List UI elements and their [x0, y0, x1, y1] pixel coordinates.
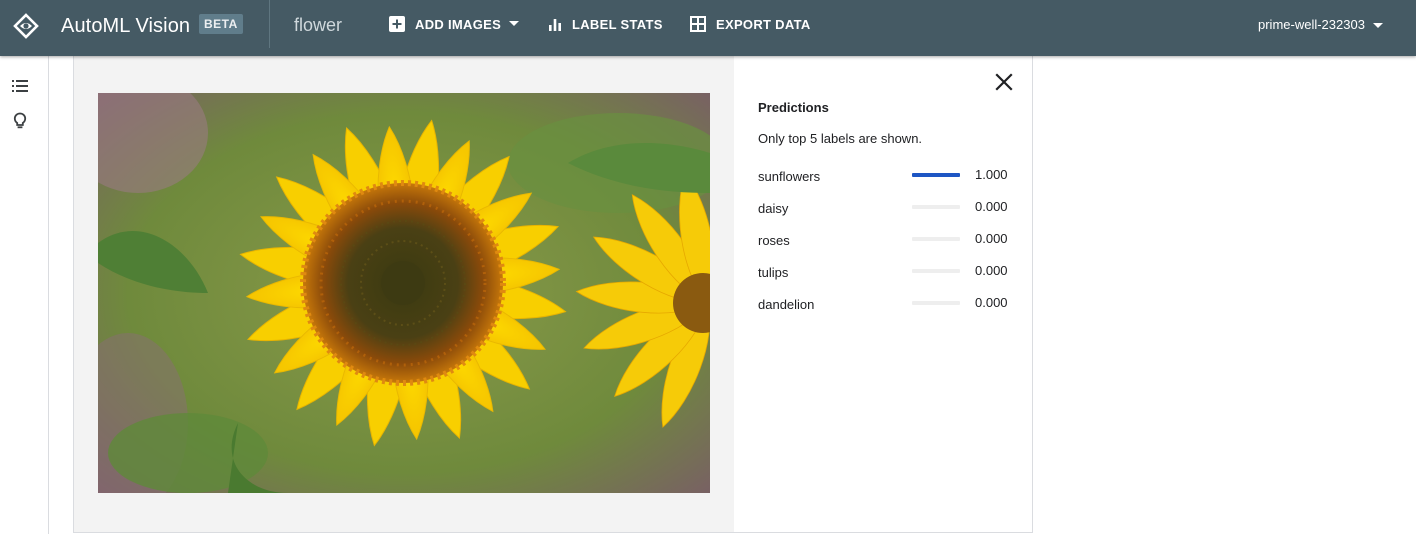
prediction-bar	[912, 205, 960, 209]
prediction-score: 0.000	[975, 263, 1008, 278]
image-viewer	[74, 56, 734, 532]
add-images-button[interactable]: ADD IMAGES	[389, 14, 520, 34]
project-selector[interactable]: prime-well-232303	[1258, 14, 1383, 34]
sunflower-image	[98, 93, 710, 493]
predictions-title: Predictions	[758, 100, 829, 115]
bar-chart-icon	[547, 16, 563, 32]
add-images-label: ADD IMAGES	[415, 16, 502, 32]
predictions-note: Only top 5 labels are shown.	[758, 131, 923, 146]
prediction-bar	[912, 301, 960, 305]
automl-logo-icon[interactable]	[12, 12, 40, 40]
list-icon[interactable]	[10, 76, 30, 96]
prediction-label: dandelion	[758, 297, 815, 312]
project-name: prime-well-232303	[1258, 16, 1365, 32]
export-data-button[interactable]: EXPORT DATA	[690, 14, 811, 34]
beta-badge: BETA	[199, 14, 243, 34]
chevron-down-icon	[1372, 17, 1383, 32]
prediction-bar-fill	[912, 173, 960, 177]
prediction-score: 0.000	[975, 231, 1008, 246]
prediction-panel: Predictions Only top 5 labels are shown.…	[73, 56, 1033, 533]
prediction-score: 0.000	[975, 199, 1008, 214]
app-title[interactable]: AutoML Vision	[61, 14, 190, 38]
export-data-label: EXPORT DATA	[716, 16, 811, 32]
prediction-score: 1.000	[975, 167, 1008, 182]
prediction-bar	[912, 269, 960, 273]
prediction-label: roses	[758, 233, 790, 248]
close-icon[interactable]	[994, 72, 1014, 92]
top-app-bar: AutoML Vision BETA flower ADD IMAGES LAB…	[0, 0, 1416, 56]
header-divider	[269, 0, 270, 48]
prediction-row: daisy 0.000	[758, 199, 1010, 216]
label-stats-button[interactable]: LABEL STATS	[547, 14, 663, 34]
label-stats-label: LABEL STATS	[572, 16, 663, 32]
lightbulb-icon[interactable]	[10, 111, 30, 131]
prediction-label: sunflowers	[758, 169, 821, 184]
prediction-row: tulips 0.000	[758, 263, 1010, 280]
grid-icon	[690, 16, 706, 32]
left-rail	[0, 56, 49, 534]
prediction-bar	[912, 173, 960, 177]
prediction-bar	[912, 237, 960, 241]
prediction-label: tulips	[758, 265, 789, 280]
prediction-score: 0.000	[975, 295, 1008, 310]
add-box-icon	[389, 16, 405, 32]
chevron-down-icon	[509, 21, 520, 27]
prediction-label: daisy	[758, 201, 789, 216]
prediction-row: dandelion 0.000	[758, 295, 1010, 312]
prediction-row: roses 0.000	[758, 231, 1010, 248]
dataset-name: flower	[294, 15, 343, 35]
prediction-row: sunflowers 1.000	[758, 167, 1010, 184]
